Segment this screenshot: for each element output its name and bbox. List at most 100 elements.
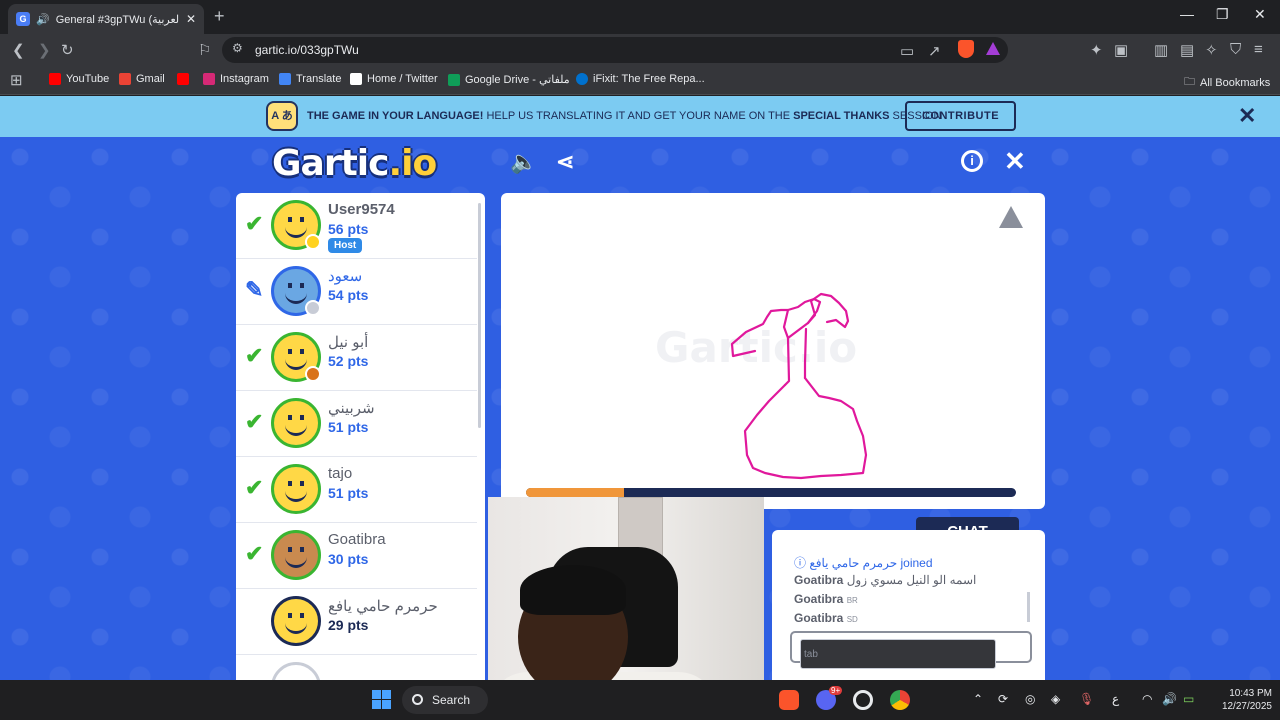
apps-grid-icon[interactable]: ⊞ xyxy=(10,71,23,89)
bookmark-youtube-2[interactable] xyxy=(177,73,189,85)
url-text: gartic.io/033gpTWu xyxy=(255,43,359,57)
gartic-logo[interactable]: Gartic.io xyxy=(272,143,437,184)
site-info-icon[interactable]: ⚙ xyxy=(232,41,243,55)
close-window-button[interactable]: ✕ xyxy=(1254,6,1266,23)
bookmark-ifixit[interactable]: iFixit: The Free Repa... xyxy=(576,73,705,85)
volume-icon[interactable]: 🔊 xyxy=(1162,692,1177,706)
guessed-check-icon: ✔ xyxy=(245,211,264,236)
leo-ai-icon[interactable]: ✧ xyxy=(1205,41,1218,59)
chat-author: Goatibra xyxy=(794,573,844,587)
battery-icon[interactable]: ▭ xyxy=(1183,692,1194,706)
contribute-button[interactable]: CONTRIBUTE xyxy=(905,101,1016,131)
guessed-check-icon: ✔ xyxy=(245,409,264,434)
player-points: 56 pts xyxy=(328,221,369,237)
chat-scrollbar[interactable] xyxy=(1027,592,1030,622)
brave-rewards-icon[interactable] xyxy=(986,42,1000,55)
bookmark-icon[interactable]: ⚐ xyxy=(198,41,211,59)
wallet-icon[interactable]: ▤ xyxy=(1180,41,1194,59)
avatar xyxy=(271,464,321,514)
drawing-canvas[interactable]: Gartic.io xyxy=(501,193,1045,509)
dress-bodice-left xyxy=(783,336,791,387)
bookmark-gmail[interactable]: Gmail xyxy=(119,73,165,85)
bookmark-translate[interactable]: Translate xyxy=(279,73,341,85)
dress-bodice-right xyxy=(803,327,808,380)
bookmark-instagram[interactable]: Instagram xyxy=(203,73,269,85)
player-name: tajo xyxy=(328,465,353,482)
tray-overflow-icon[interactable]: ⌃ xyxy=(973,692,983,706)
browser-tab-strip: G 🔊 General #3gpTWu (العربية) - G ✕ + — … xyxy=(0,0,1280,34)
avatar-smile xyxy=(285,612,307,634)
player-name: Goatibra xyxy=(328,531,386,548)
round-timer-fill xyxy=(526,488,624,497)
brave-taskbar-icon[interactable] xyxy=(779,690,799,710)
vpn-icon[interactable]: ⛉ xyxy=(1230,41,1241,58)
exit-icon[interactable]: ✕ xyxy=(1004,146,1026,177)
bookmark-youtube[interactable]: YouTube xyxy=(49,73,109,85)
obs-tray-icon[interactable]: ◎ xyxy=(1025,692,1035,706)
reload-icon[interactable]: ↻ xyxy=(61,41,74,59)
all-bookmarks-label: All Bookmarks xyxy=(1200,76,1271,89)
chat-input-box[interactable]: tab xyxy=(790,631,1032,669)
all-bookmarks[interactable]: 🗀 All Bookmarks xyxy=(1184,73,1270,92)
extensions-icon[interactable]: ✦ xyxy=(1090,41,1103,59)
windows-start-icon[interactable] xyxy=(372,690,391,709)
taskbar-search[interactable]: Search xyxy=(402,686,488,714)
clock-date: 12/27/2025 xyxy=(1221,701,1272,712)
brave-shields-icon[interactable] xyxy=(958,40,974,58)
player-name: سعود xyxy=(328,268,363,285)
bookmark-twitter[interactable]: Home / Twitter xyxy=(350,73,438,85)
instagram-icon xyxy=(203,73,215,85)
player-row[interactable]: ✔ Goatibra 30 pts xyxy=(236,523,477,589)
close-tab-icon[interactable]: ✕ xyxy=(186,12,196,26)
chrome-taskbar-icon[interactable] xyxy=(890,690,910,710)
back-icon[interactable]: ❮ xyxy=(12,41,25,59)
player-row[interactable]: ✎ سعود 54 pts xyxy=(236,259,477,325)
screenshot-icon[interactable]: ▣ xyxy=(1114,41,1128,59)
steam-tray-icon[interactable]: ◈ xyxy=(1051,692,1060,706)
avatar-smile xyxy=(285,480,307,502)
dress-left-strap xyxy=(730,308,790,358)
bookmark-label: YouTube xyxy=(66,73,110,85)
bookmark-label: Instagram xyxy=(220,73,269,85)
player-row[interactable]: حرمرم حامي يافع 29 pts xyxy=(236,589,477,655)
level-badge xyxy=(305,300,321,316)
cast-icon[interactable]: ▭ xyxy=(900,42,914,60)
language-indicator[interactable]: ع xyxy=(1112,692,1119,706)
wifi-icon[interactable]: ◠ xyxy=(1142,692,1152,706)
sync-icon[interactable]: ⟳ xyxy=(998,692,1008,706)
clock-time: 10:43 PM xyxy=(1229,688,1272,699)
info-icon[interactable]: i xyxy=(961,150,983,172)
browser-toolbar: ❮ ❯ ↻ ⚐ ⚙ gartic.io/033gpTWu ▭ ↗ ✦ ▣ ▥ ▤… xyxy=(0,34,1280,66)
sidebar-icon[interactable]: ▥ xyxy=(1154,41,1168,59)
player-list-scrollbar[interactable] xyxy=(478,203,481,428)
youtube-icon xyxy=(177,73,189,85)
player-row[interactable]: ✔ شربيني 51 pts xyxy=(236,391,477,457)
close-banner-icon[interactable]: ✕ xyxy=(1238,103,1256,129)
bookmark-label: Home / Twitter xyxy=(367,73,438,85)
browser-tab[interactable]: G 🔊 General #3gpTWu (العربية) - G ✕ xyxy=(8,4,204,34)
obs-taskbar-icon[interactable] xyxy=(853,690,873,710)
logo-io-text: .io xyxy=(388,143,437,184)
microphone-icon[interactable]: 🎙 xyxy=(1079,692,1094,706)
minimize-button[interactable]: — xyxy=(1180,6,1194,22)
share-icon[interactable]: ⋖ xyxy=(556,149,574,175)
player-row[interactable]: ✔ أبو نيل 52 pts xyxy=(236,325,477,391)
player-points: 30 pts xyxy=(328,551,369,567)
guessed-check-icon: ✔ xyxy=(245,343,264,368)
taskbar-clock[interactable]: 10:43 PM 12/27/2025 xyxy=(1200,687,1272,713)
forward-icon[interactable]: ❯ xyxy=(38,41,51,59)
address-bar[interactable]: ⚙ gartic.io/033gpTWu ▭ ↗ xyxy=(222,37,1008,63)
player-row[interactable] xyxy=(236,655,477,680)
bookmark-google-drive[interactable]: Google Drive - ملفاتي xyxy=(448,73,570,86)
maximize-button[interactable]: ❐ xyxy=(1216,6,1229,23)
new-tab-button[interactable]: + xyxy=(214,6,225,27)
player-row[interactable]: ✔ User9574 56 pts Host xyxy=(236,193,477,259)
speaker-icon: 🔊 xyxy=(36,13,50,26)
share-icon[interactable]: ↗ xyxy=(928,42,941,60)
menu-icon[interactable]: ≡ xyxy=(1254,41,1263,58)
sound-icon[interactable]: 🔈 xyxy=(510,149,537,175)
dress-skirt xyxy=(743,376,868,480)
youtube-icon xyxy=(49,73,61,85)
player-row[interactable]: ✔ tajo 51 pts xyxy=(236,457,477,523)
chat-author: Goatibra xyxy=(794,611,844,625)
